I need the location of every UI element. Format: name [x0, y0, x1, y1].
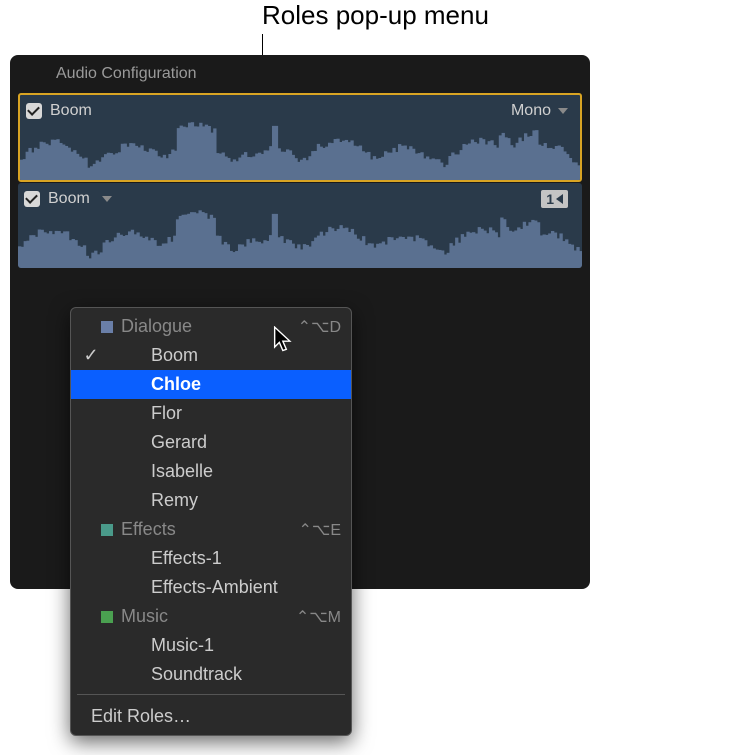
role-menu-item[interactable]: ✓ Boom [71, 341, 351, 370]
waveform-display [20, 118, 580, 180]
enable-checkbox[interactable] [24, 191, 40, 207]
keyboard-shortcut: ⌃⌥D [298, 317, 341, 337]
keyboard-shortcut: ⌃⌥E [298, 520, 341, 540]
component-header: Boom Mono [20, 95, 580, 127]
role-menu-item[interactable]: Chloe [71, 370, 351, 399]
role-dropdown-chevron-icon[interactable] [102, 196, 112, 202]
cursor-pointer-icon [272, 326, 296, 359]
roles-popup-menu[interactable]: Dialogue ⌃⌥D ✓ Boom Chloe Flor Gerard Is… [70, 307, 352, 736]
role-menu-item[interactable]: Flor [71, 399, 351, 428]
component-name-label: Boom [50, 102, 92, 120]
chevron-down-icon [558, 108, 568, 114]
audio-configuration-panel: Audio Configuration Boom Mono Boom 1 Dia… [10, 55, 590, 589]
speaker-icon [556, 191, 563, 207]
component-name-label: Boom [48, 190, 90, 208]
role-menu-item[interactable]: Effects-Ambient [71, 573, 351, 602]
role-group-header: Effects ⌃⌥E [71, 515, 351, 544]
callout-label: Roles pop-up menu [262, 0, 489, 31]
channel-config-dropdown[interactable]: Mono [511, 102, 568, 120]
menu-separator [77, 694, 345, 695]
role-color-swatch [101, 321, 113, 333]
enable-checkbox[interactable] [26, 103, 42, 119]
role-menu-item[interactable]: Effects-1 [71, 544, 351, 573]
role-group-header: Music ⌃⌥M [71, 602, 351, 631]
role-menu-item[interactable]: Soundtrack [71, 660, 351, 689]
keyboard-shortcut: ⌃⌥M [296, 607, 341, 627]
audio-component[interactable]: Boom Mono [18, 93, 582, 182]
channel-badge[interactable]: 1 [541, 190, 568, 208]
role-color-swatch [101, 524, 113, 536]
component-header: Boom 1 [18, 183, 582, 215]
role-menu-item[interactable]: Remy [71, 486, 351, 515]
waveform-display [18, 206, 582, 268]
role-menu-item[interactable]: Gerard [71, 428, 351, 457]
checkmark-icon: ✓ [81, 345, 101, 366]
edit-roles-button[interactable]: Edit Roles… [71, 700, 351, 731]
panel-title: Audio Configuration [10, 55, 590, 93]
role-menu-item[interactable]: Music-1 [71, 631, 351, 660]
role-menu-item[interactable]: Isabelle [71, 457, 351, 486]
audio-component[interactable]: Boom 1 [18, 183, 582, 268]
role-color-swatch [101, 611, 113, 623]
role-group-header: Dialogue ⌃⌥D [71, 312, 351, 341]
